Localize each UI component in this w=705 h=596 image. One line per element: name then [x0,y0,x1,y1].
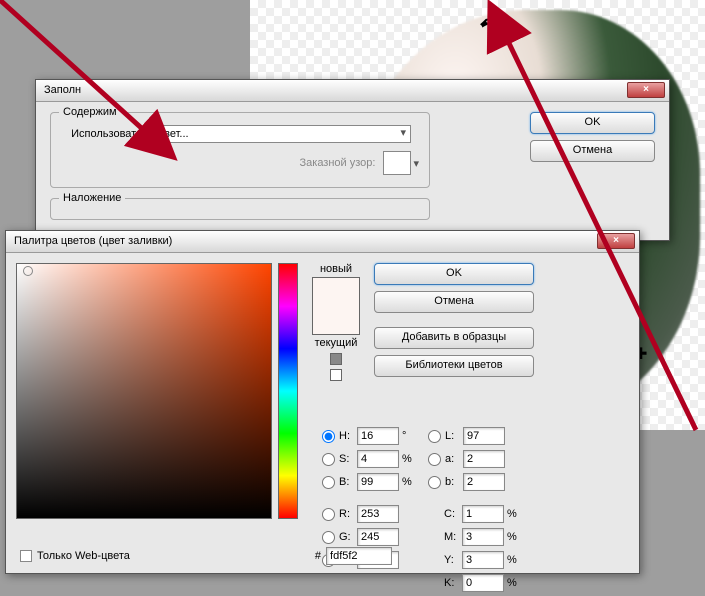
ok-button[interactable]: OK [530,112,655,134]
web-only-checkbox[interactable] [20,550,32,562]
a-field[interactable] [463,450,505,468]
color-preview [312,277,360,335]
custom-pattern-label: Заказной узор: [300,157,376,169]
fill-dialog: Заполн × Содержим Использовать: Цвет... … [35,79,670,241]
hash-label: # [315,550,321,562]
add-swatch-button[interactable]: Добавить в образцы [374,327,534,349]
l-field[interactable] [463,427,505,445]
radio-g[interactable] [322,531,335,544]
cancel-button[interactable]: Отмена [374,291,534,313]
h-field[interactable] [357,427,399,445]
g-field[interactable] [357,528,399,546]
lab-b-field[interactable] [463,473,505,491]
r-field[interactable] [357,505,399,523]
fill-titlebar[interactable]: Заполн × [36,80,669,102]
hue-slider[interactable] [278,263,298,519]
new-label: новый [312,263,360,275]
fill-title: Заполн [44,84,81,96]
radio-a[interactable] [428,453,441,466]
cube-icon[interactable] [330,353,342,365]
bright-field[interactable] [357,473,399,491]
close-icon[interactable]: × [627,82,665,98]
radio-s[interactable] [322,453,335,466]
color-picker-dialog: Палитра цветов (цвет заливки) × новый те… [5,230,640,574]
use-dropdown[interactable]: Цвет... [151,125,411,143]
gamut-warn-icon[interactable] [330,369,342,381]
radio-l[interactable] [428,430,441,443]
radio-h[interactable] [322,430,335,443]
saturation-value-field[interactable] [16,263,272,519]
close-icon[interactable]: × [597,233,635,249]
radio-bb[interactable] [428,476,441,489]
sv-cursor [23,266,33,276]
blend-legend: Наложение [59,192,125,204]
hex-field[interactable] [326,547,392,565]
radio-b[interactable] [322,476,335,489]
current-label: текущий [312,337,360,349]
pattern-swatch[interactable] [383,151,411,175]
use-label: Использовать: [61,128,145,140]
ok-button[interactable]: OK [374,263,534,285]
radio-r[interactable] [322,508,335,521]
picker-titlebar[interactable]: Палитра цветов (цвет заливки) × [6,231,639,253]
web-only-label: Только Web-цвета [37,550,130,562]
y-field[interactable] [462,551,504,569]
content-legend: Содержим [59,106,121,118]
cancel-button[interactable]: Отмена [530,140,655,162]
m-field[interactable] [462,528,504,546]
color-libraries-button[interactable]: Библиотеки цветов [374,355,534,377]
s-field[interactable] [357,450,399,468]
picker-title: Палитра цветов (цвет заливки) [14,235,172,247]
c-field[interactable] [462,505,504,523]
k-field[interactable] [462,574,504,592]
